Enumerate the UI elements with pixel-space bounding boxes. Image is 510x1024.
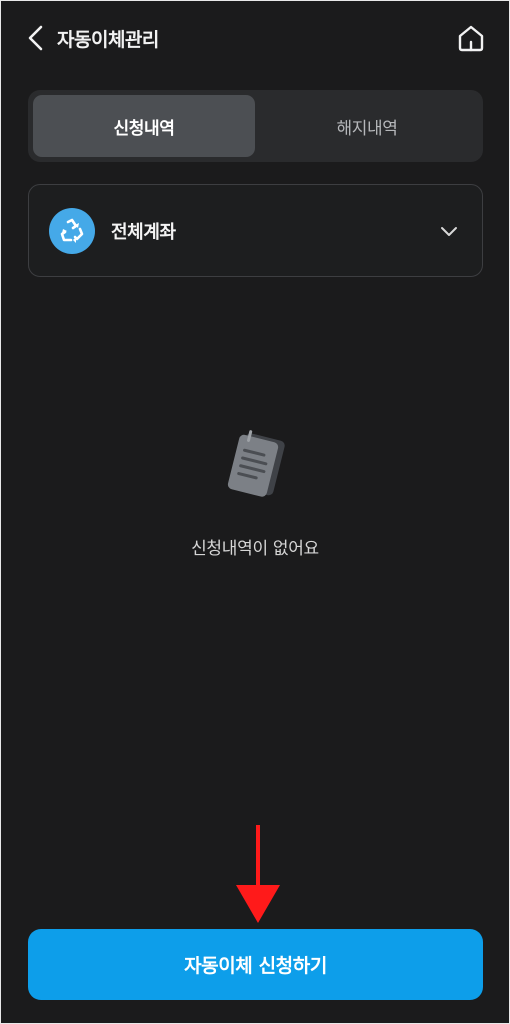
- account-label: 전체계좌: [111, 222, 176, 243]
- document-icon: [227, 430, 285, 497]
- app-screen: 자동이체관리 신청내역 해지내역 전체계좌 신청내역이 없어요 자동이체 신청하…: [1, 1, 509, 1023]
- page-title: 자동이체관리: [57, 29, 159, 51]
- tab-applied[interactable]: 신청내역: [33, 95, 255, 157]
- red-arrow-down-icon: [236, 825, 280, 923]
- recycle-icon: [60, 218, 84, 243]
- tab-cancelled[interactable]: 해지내역: [256, 95, 478, 157]
- back-button[interactable]: [23, 23, 51, 53]
- account-selector[interactable]: 전체계좌: [28, 184, 483, 277]
- account-badge: [49, 208, 95, 254]
- empty-state-message: 신청내역이 없어요: [191, 539, 319, 559]
- apply-auto-transfer-button[interactable]: 자동이체 신청하기: [28, 929, 483, 1000]
- home-icon: [458, 25, 484, 52]
- header: 자동이체관리: [1, 1, 509, 75]
- home-button[interactable]: [455, 23, 487, 53]
- chevron-left-icon: [28, 25, 43, 51]
- chevron-down-icon: [441, 227, 457, 236]
- history-tabs: 신청내역 해지내역: [28, 90, 483, 162]
